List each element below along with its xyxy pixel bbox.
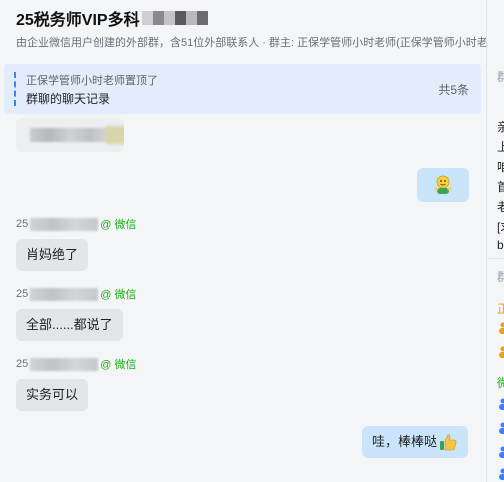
pinned-by-label: 正保学管师小时老师置顶了 [26, 75, 158, 87]
announcement-line: 首 [497, 180, 504, 194]
wechat-source-tag: @ 微信 [100, 359, 137, 371]
members-title: 群 [497, 270, 504, 284]
message-bubble[interactable]: 实务可以 [16, 379, 89, 411]
person-icon [499, 446, 504, 458]
person-icon [499, 346, 504, 358]
person-icon [499, 322, 504, 334]
announcement-line: 咱 [497, 160, 504, 174]
announcement-title: 群 [497, 70, 504, 84]
announcement-line: b [497, 238, 504, 252]
redacted-title-suffix [141, 11, 208, 25]
announcement-line: 亲 [497, 120, 504, 134]
redacted-sender-name [30, 217, 99, 231]
thumbs-up-icon [440, 434, 457, 451]
message-sender[interactable]: 25 @ 微信 [16, 287, 136, 301]
message-sender[interactable]: 25 @ 微信 [16, 357, 136, 371]
sender-name-prefix: 25 [16, 218, 29, 230]
redacted-sender-name [30, 357, 99, 371]
pinned-message-banner[interactable]: 正保学管师小时老师置顶了 群聊的聊天记录 共5条 [4, 64, 481, 114]
member-group-label: 微 [497, 376, 504, 390]
group-info-panel: 群 亲 上 咱 首 老 [求 b 群 正 微 [487, 0, 504, 482]
chat-header: 25税务师VIP多科 由企业微信用户创建的外部群，含51位外部联系人 · 群主:… [0, 0, 503, 56]
person-icon [499, 422, 504, 434]
person-icon [499, 398, 504, 410]
message-bubble[interactable]: 肖妈绝了 [16, 239, 89, 271]
member-group-label: 正 [497, 302, 504, 316]
panel-separator [487, 258, 504, 259]
announcement-line: 上 [497, 140, 504, 154]
group-title[interactable]: 25税务师VIP多科 [16, 6, 140, 30]
message-sender[interactable]: 25 @ 微信 [16, 217, 136, 231]
sender-name-prefix: 25 [16, 358, 29, 370]
sender-name-prefix: 25 [16, 288, 29, 300]
announcement-line: 老 [497, 200, 504, 214]
person-icon [499, 468, 504, 480]
redacted-message [16, 118, 124, 152]
sticker-message[interactable] [417, 168, 469, 202]
pinned-content[interactable]: 群聊的聊天记录 [26, 90, 110, 107]
wechat-source-tag: @ 微信 [100, 219, 137, 231]
self-message-bubble[interactable]: 哇，棒棒哒 [362, 426, 469, 458]
message-bubble[interactable]: 全部......都说了 [16, 309, 123, 341]
wechat-source-tag: @ 微信 [100, 289, 137, 301]
group-subtitle: 由企业微信用户创建的外部群，含51位外部联系人 · 群主: 正保学管师小时老师(… [16, 37, 503, 49]
pin-indicator-bar [14, 72, 16, 106]
self-message-text: 哇，棒棒哒 [372, 434, 438, 449]
announcement-line: [求 [497, 220, 504, 234]
redacted-sender-name [30, 287, 99, 301]
pinned-count[interactable]: 共5条 [438, 81, 469, 98]
smiley-hug-icon [434, 175, 452, 194]
